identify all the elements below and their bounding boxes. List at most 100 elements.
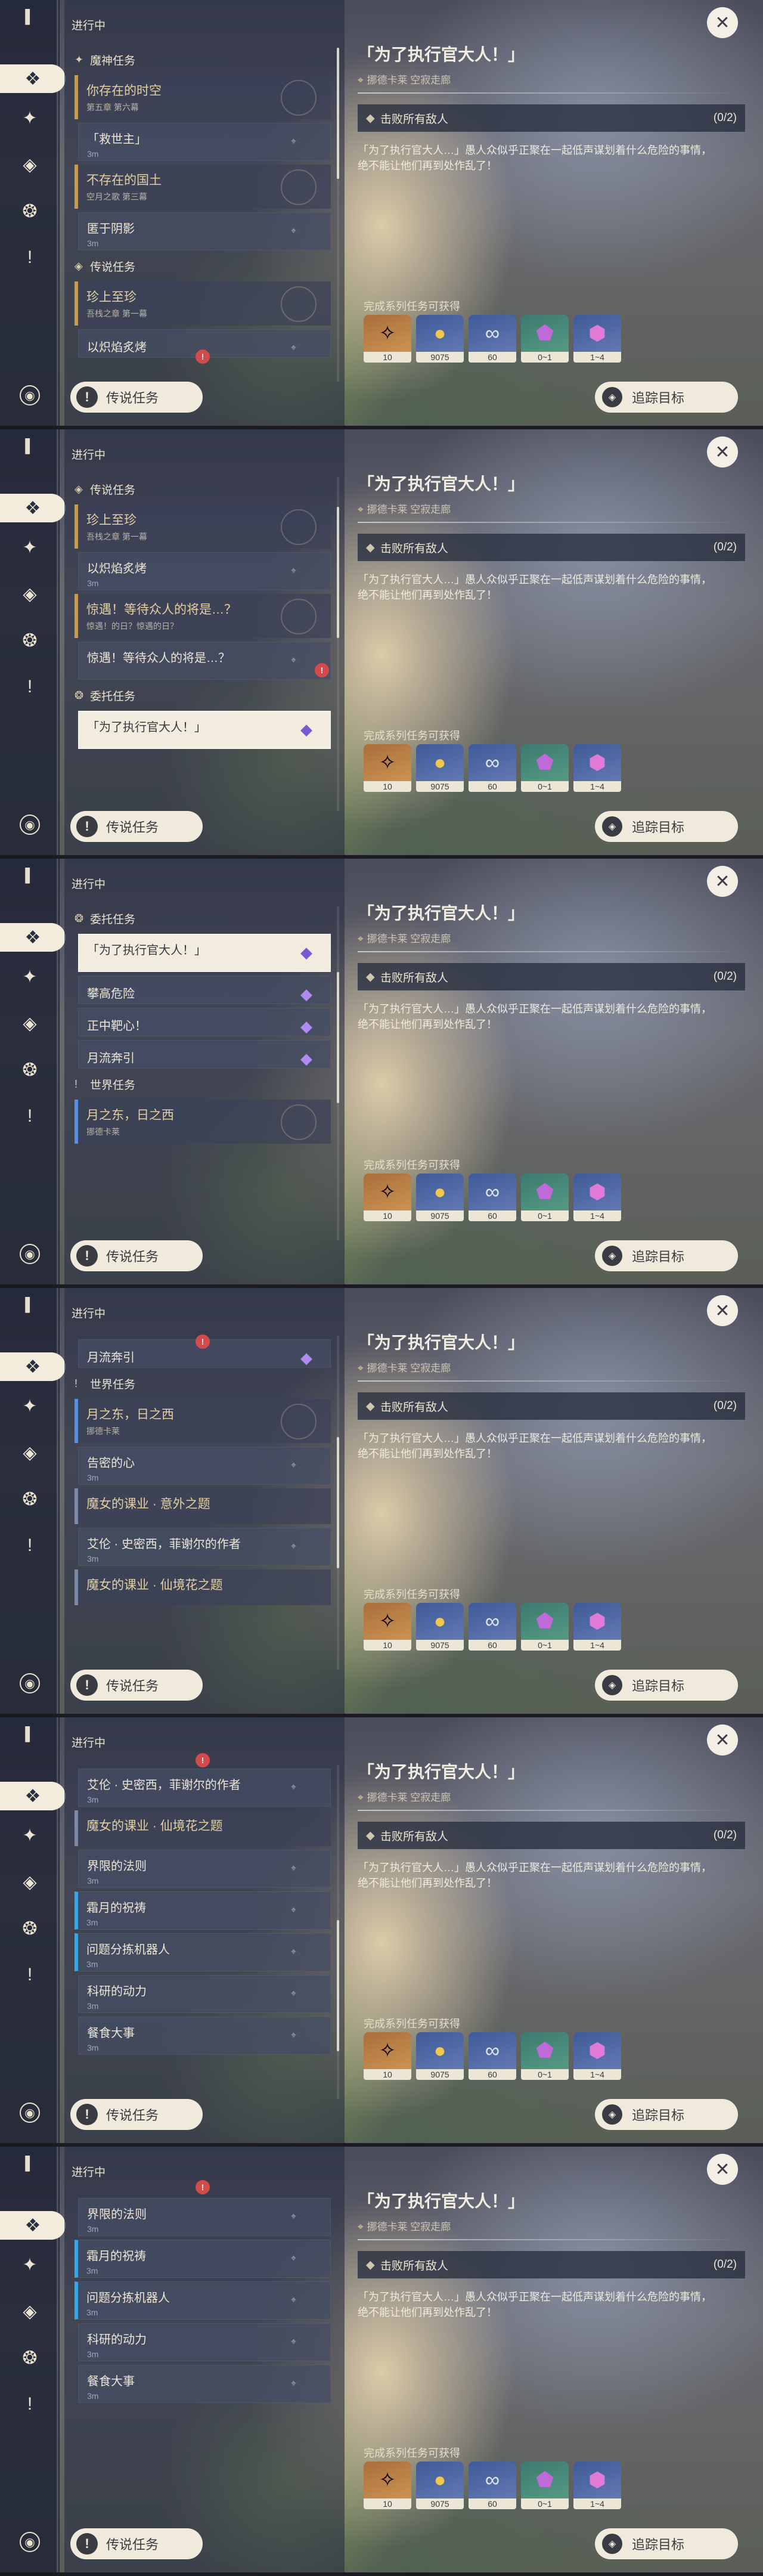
sidebar-item-commission[interactable]: ❂ xyxy=(18,2346,42,2370)
camera-icon[interactable]: ◉ xyxy=(20,815,40,835)
close-button[interactable]: ✕ xyxy=(707,1295,738,1326)
reward-companionship[interactable]: ∞ 60 xyxy=(469,315,516,363)
reward-companionship[interactable]: ∞ 60 xyxy=(469,2462,516,2509)
reward-crystal[interactable]: ⬢ 1~4 xyxy=(573,1174,621,1221)
quest-heart[interactable]: 告密的心 3m ⌖ xyxy=(78,1447,331,1485)
quest-witch2[interactable]: 魔女的课业 · 仙境花之题 xyxy=(75,1569,331,1605)
close-button[interactable]: ✕ xyxy=(707,866,738,897)
quest-list-body[interactable]: ◈ 传说任务 珍上至珍 吾栈之章 第一幕 以炽焰炙烤 3m ⌖ 惊遇！等待众人的将是…？… xyxy=(75,477,331,811)
bookmark-icon[interactable]: ▌ xyxy=(18,1722,42,1746)
sidebar-item-all-quests[interactable]: ❖ xyxy=(0,923,66,952)
reward-ore[interactable]: ⬟ 0~1 xyxy=(521,2462,569,2509)
quest-robot[interactable]: 问题分拣机器人 3m ⌖ xyxy=(75,1933,331,1971)
camera-icon[interactable]: ◉ xyxy=(20,2532,40,2552)
legend-quest-button[interactable]: ! 传说任务 xyxy=(70,382,203,413)
quest-shadow[interactable]: 匿于阴影 3m ⌖ xyxy=(78,212,331,250)
quest-savior[interactable]: 「救世主」 3m ⌖ xyxy=(78,123,331,161)
quest-list-body[interactable]: ✦ 魔神任务 你存在的时空 第五章 第六幕 「救世主」 3m ⌖ 不存在的国土 空月之歌 … xyxy=(75,48,331,382)
track-objective-button[interactable]: ◈ 追踪目标 xyxy=(595,2528,738,2559)
reward-ore[interactable]: ⬟ 0~1 xyxy=(521,744,569,792)
sidebar-item-world[interactable]: ! xyxy=(18,246,42,270)
track-objective-button[interactable]: ◈ 追踪目标 xyxy=(595,1240,738,1271)
bookmark-icon[interactable]: ▌ xyxy=(18,434,42,458)
quest-exec-selected[interactable]: 「为了执行官大人！」 ◆ xyxy=(78,934,331,972)
sidebar-item-all-quests[interactable]: ❖ xyxy=(0,2211,66,2240)
quest-power[interactable]: 科研的动力 3m ⌖ xyxy=(78,1975,331,2013)
quest-robot[interactable]: 问题分拣机器人 3m ⌖ xyxy=(75,2281,331,2320)
sidebar-item-commission[interactable]: ❂ xyxy=(18,199,42,223)
scrollbar-thumb[interactable] xyxy=(337,48,339,179)
quest-exec-selected[interactable]: 「为了执行官大人！」 ◆ xyxy=(78,711,331,749)
reward-crystal[interactable]: ⬢ 1~4 xyxy=(573,2032,621,2080)
legend-quest-button[interactable]: ! 传说任务 xyxy=(70,2528,203,2559)
reward-crystal[interactable]: ⬢ 1~4 xyxy=(573,315,621,363)
sidebar-item-commission[interactable]: ❂ xyxy=(18,1916,42,1940)
scrollbar-thumb[interactable] xyxy=(337,1437,339,1568)
reward-companionship[interactable]: ∞ 60 xyxy=(469,2032,516,2080)
reward-mora[interactable]: ● 9075 xyxy=(416,1174,464,1221)
legend-quest-button[interactable]: ! 传说任务 xyxy=(70,1670,203,1701)
reward-adventure-exp[interactable]: ✧ 10 xyxy=(364,744,411,792)
camera-icon[interactable]: ◉ xyxy=(20,1673,40,1693)
sidebar-item-all-quests[interactable]: ❖ xyxy=(0,1352,66,1381)
reward-ore[interactable]: ⬟ 0~1 xyxy=(521,2032,569,2080)
scrollbar-thumb[interactable] xyxy=(337,507,339,638)
sidebar-item-archon[interactable]: ✦ xyxy=(18,106,42,130)
reward-adventure-exp[interactable]: ✧ 10 xyxy=(364,1603,411,1651)
sidebar-item-commission[interactable]: ❂ xyxy=(18,628,42,652)
sidebar-item-archon[interactable]: ✦ xyxy=(18,2253,42,2277)
legend-quest-button[interactable]: ! 传说任务 xyxy=(70,2099,203,2130)
track-objective-button[interactable]: ◈ 追踪目标 xyxy=(595,1670,738,1701)
sidebar-item-story[interactable]: ◈ xyxy=(18,1441,42,1465)
reward-mora[interactable]: ● 9075 xyxy=(416,1603,464,1651)
quest-witch2[interactable]: 魔女的课业 · 仙境花之题 xyxy=(75,1810,331,1846)
quest-east[interactable]: 月之东，日之西 挪德卡莱 xyxy=(75,1399,331,1443)
sidebar-item-world[interactable]: ! xyxy=(18,675,42,699)
reward-mora[interactable]: ● 9075 xyxy=(416,744,464,792)
scrollbar-thumb[interactable] xyxy=(337,972,339,1103)
camera-icon[interactable]: ◉ xyxy=(20,2103,40,2123)
quest-bound[interactable]: 界限的法则 3m ⌖ xyxy=(78,1850,331,1888)
quest-treasure[interactable]: 珍上至珍 吾栈之章 第一幕 xyxy=(75,504,331,549)
quest-flame[interactable]: 以炽焰炙烤 3m ⌖ xyxy=(78,552,331,590)
close-button[interactable]: ✕ xyxy=(707,2154,738,2185)
reward-companionship[interactable]: ∞ 60 xyxy=(469,1174,516,1221)
close-button[interactable]: ✕ xyxy=(707,436,738,467)
reward-crystal[interactable]: ⬢ 1~4 xyxy=(573,744,621,792)
reward-companionship[interactable]: ∞ 60 xyxy=(469,1603,516,1651)
reward-crystal[interactable]: ⬢ 1~4 xyxy=(573,2462,621,2509)
sidebar-item-all-quests[interactable]: ❖ xyxy=(0,494,66,522)
camera-icon[interactable]: ◉ xyxy=(20,1244,40,1264)
bookmark-icon[interactable]: ▌ xyxy=(18,1293,42,1317)
sidebar-item-all-quests[interactable]: ❖ xyxy=(0,1782,66,1810)
quest-list-body[interactable]: 月流奔引 ◆ ! 世界任务 月之东，日之西 挪德卡莱 告密的心 3m ⌖ 魔女的课业 · … xyxy=(75,1336,331,1670)
reward-adventure-exp[interactable]: ✧ 10 xyxy=(364,2462,411,2509)
quest-timeshere[interactable]: 你存在的时空 第五章 第六幕 xyxy=(75,75,331,119)
quest-climb[interactable]: 攀高危险 ◆ xyxy=(78,976,331,1004)
sidebar-item-world[interactable]: ! xyxy=(18,2392,42,2416)
reward-adventure-exp[interactable]: ✧ 10 xyxy=(364,2032,411,2080)
reward-ore[interactable]: ⬟ 0~1 xyxy=(521,1174,569,1221)
sidebar-item-story[interactable]: ◈ xyxy=(18,153,42,177)
reward-companionship[interactable]: ∞ 60 xyxy=(469,744,516,792)
sidebar-item-archon[interactable]: ✦ xyxy=(18,535,42,559)
sidebar-item-world[interactable]: ! xyxy=(18,1104,42,1128)
reward-crystal[interactable]: ⬢ 1~4 xyxy=(573,1603,621,1651)
sidebar-item-archon[interactable]: ✦ xyxy=(18,1394,42,1418)
sidebar-item-world[interactable]: ! xyxy=(18,1534,42,1558)
quest-surprise-step[interactable]: 惊遇！等待众人的将是…？ ⌖ xyxy=(78,642,331,680)
sidebar-item-story[interactable]: ◈ xyxy=(18,1870,42,1894)
quest-east[interactable]: 月之东，日之西 挪德卡莱 xyxy=(75,1100,331,1144)
quest-list-body[interactable]: 界限的法则 3m ⌖ 霜月的祝祷 3m ⌖ 问题分拣机器人 3m ⌖ 科研的动力 3m ⌖ 餐食… xyxy=(75,2194,331,2528)
sidebar-item-commission[interactable]: ❂ xyxy=(18,1058,42,1082)
sidebar-item-story[interactable]: ◈ xyxy=(18,582,42,606)
quest-moon[interactable]: 月流奔引 ◆ xyxy=(78,1040,331,1069)
sidebar-item-commission[interactable]: ❂ xyxy=(18,1487,42,1511)
quest-author[interactable]: 艾伦 · 史密西，菲谢尔的作者 3m ⌖ xyxy=(78,1769,331,1807)
scrollbar-thumb[interactable] xyxy=(337,1920,339,2051)
quest-witch1[interactable]: 魔女的课业 · 意外之题 xyxy=(75,1488,331,1524)
reward-adventure-exp[interactable]: ✧ 10 xyxy=(364,315,411,363)
close-button[interactable]: ✕ xyxy=(707,7,738,38)
quest-nonexist[interactable]: 不存在的国土 空月之歌 第三幕 xyxy=(75,165,331,209)
quest-meal[interactable]: 餐食大事 3m ⌖ xyxy=(78,2365,331,2403)
